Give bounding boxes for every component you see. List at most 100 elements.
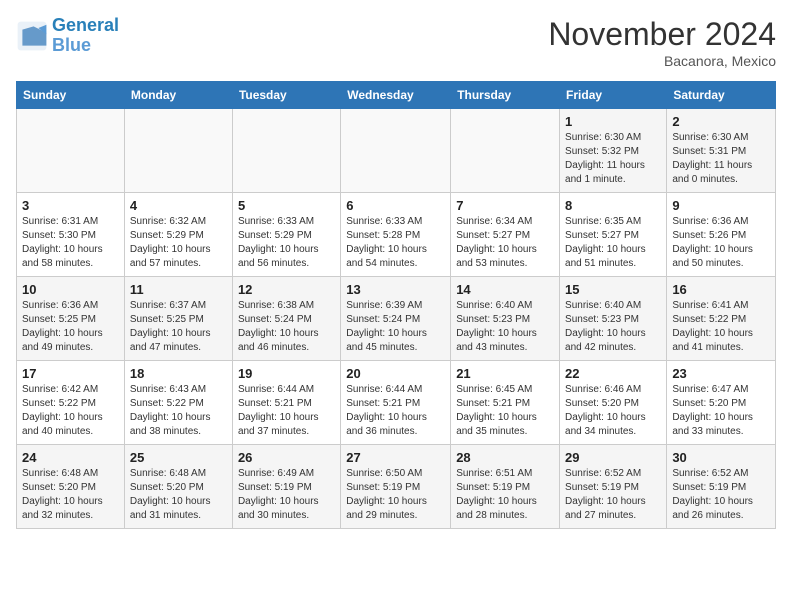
day-number: 19 bbox=[238, 366, 335, 381]
day-info: Sunrise: 6:37 AM Sunset: 5:25 PM Dayligh… bbox=[130, 299, 227, 355]
day-cell bbox=[341, 109, 451, 193]
weekday-header-saturday: Saturday bbox=[667, 82, 776, 109]
month-title: November 2024 bbox=[548, 16, 776, 53]
day-number: 15 bbox=[565, 282, 661, 297]
day-cell: 15 Sunrise: 6:40 AM Sunset: 5:23 PM Dayli… bbox=[560, 277, 667, 361]
day-number: 23 bbox=[672, 366, 770, 381]
day-cell: 24 Sunrise: 6:48 AM Sunset: 5:20 PM Dayli… bbox=[17, 445, 125, 529]
day-number: 6 bbox=[346, 198, 445, 213]
day-info: Sunrise: 6:30 AM Sunset: 5:31 PM Dayligh… bbox=[672, 131, 770, 187]
day-cell: 29Sunrise: 6:52 AM Sunset: 5:19 PM Dayli… bbox=[560, 445, 667, 529]
day-number: 5 bbox=[238, 198, 335, 213]
day-number: 9 bbox=[672, 198, 770, 213]
day-info: Sunrise: 6:50 AM Sunset: 5:19 PM Dayligh… bbox=[346, 467, 445, 523]
week-row-2: 3 Sunrise: 6:31 AM Sunset: 5:30 PM Daylig… bbox=[17, 193, 776, 277]
day-cell: 27 Sunrise: 6:50 AM Sunset: 5:19 PM Dayli… bbox=[341, 445, 451, 529]
day-number: 26 bbox=[238, 450, 335, 465]
day-number: 20 bbox=[346, 366, 445, 381]
day-number: 8 bbox=[565, 198, 661, 213]
day-cell bbox=[451, 109, 560, 193]
day-cell: 19 Sunrise: 6:44 AM Sunset: 5:21 PM Dayli… bbox=[232, 361, 340, 445]
day-info: Sunrise: 6:34 AM Sunset: 5:27 PM Dayligh… bbox=[456, 215, 554, 271]
day-info: Sunrise: 6:42 AM Sunset: 5:22 PM Dayligh… bbox=[22, 383, 119, 439]
day-cell bbox=[232, 109, 340, 193]
day-cell: 13Sunrise: 6:39 AM Sunset: 5:24 PM Dayli… bbox=[341, 277, 451, 361]
day-info: Sunrise: 6:33 AM Sunset: 5:29 PM Dayligh… bbox=[238, 215, 335, 271]
weekday-header-monday: Monday bbox=[124, 82, 232, 109]
day-cell: 25Sunrise: 6:48 AM Sunset: 5:20 PM Dayli… bbox=[124, 445, 232, 529]
day-info: Sunrise: 6:31 AM Sunset: 5:30 PM Dayligh… bbox=[22, 215, 119, 271]
day-cell bbox=[17, 109, 125, 193]
day-info: Sunrise: 6:45 AM Sunset: 5:21 PM Dayligh… bbox=[456, 383, 554, 439]
day-cell: 26 Sunrise: 6:49 AM Sunset: 5:19 PM Dayli… bbox=[232, 445, 340, 529]
day-info: Sunrise: 6:38 AM Sunset: 5:24 PM Dayligh… bbox=[238, 299, 335, 355]
day-info: Sunrise: 6:40 AM Sunset: 5:23 PM Dayligh… bbox=[565, 299, 661, 355]
day-number: 30 bbox=[672, 450, 770, 465]
day-info: Sunrise: 6:32 AM Sunset: 5:29 PM Dayligh… bbox=[130, 215, 227, 271]
day-cell: 23 Sunrise: 6:47 AM Sunset: 5:20 PM Dayli… bbox=[667, 361, 776, 445]
day-number: 2 bbox=[672, 114, 770, 129]
day-number: 4 bbox=[130, 198, 227, 213]
logo-icon bbox=[16, 20, 48, 52]
day-info: Sunrise: 6:44 AM Sunset: 5:21 PM Dayligh… bbox=[238, 383, 335, 439]
location: Bacanora, Mexico bbox=[548, 53, 776, 69]
day-cell: 17Sunrise: 6:42 AM Sunset: 5:22 PM Dayli… bbox=[17, 361, 125, 445]
day-cell: 3 Sunrise: 6:31 AM Sunset: 5:30 PM Daylig… bbox=[17, 193, 125, 277]
day-info: Sunrise: 6:44 AM Sunset: 5:21 PM Dayligh… bbox=[346, 383, 445, 439]
day-info: Sunrise: 6:40 AM Sunset: 5:23 PM Dayligh… bbox=[456, 299, 554, 355]
logo: General Blue bbox=[16, 16, 119, 56]
day-cell: 30 Sunrise: 6:52 AM Sunset: 5:19 PM Dayli… bbox=[667, 445, 776, 529]
day-cell: 7 Sunrise: 6:34 AM Sunset: 5:27 PM Daylig… bbox=[451, 193, 560, 277]
week-row-5: 24 Sunrise: 6:48 AM Sunset: 5:20 PM Dayli… bbox=[17, 445, 776, 529]
day-cell: 16 Sunrise: 6:41 AM Sunset: 5:22 PM Dayli… bbox=[667, 277, 776, 361]
day-cell: 14 Sunrise: 6:40 AM Sunset: 5:23 PM Dayli… bbox=[451, 277, 560, 361]
day-number: 1 bbox=[565, 114, 661, 129]
day-number: 24 bbox=[22, 450, 119, 465]
day-cell: 8 Sunrise: 6:35 AM Sunset: 5:27 PM Daylig… bbox=[560, 193, 667, 277]
day-number: 16 bbox=[672, 282, 770, 297]
weekday-header-tuesday: Tuesday bbox=[232, 82, 340, 109]
day-info: Sunrise: 6:47 AM Sunset: 5:20 PM Dayligh… bbox=[672, 383, 770, 439]
day-cell bbox=[124, 109, 232, 193]
day-cell: 20 Sunrise: 6:44 AM Sunset: 5:21 PM Dayli… bbox=[341, 361, 451, 445]
day-number: 3 bbox=[22, 198, 119, 213]
weekday-header-thursday: Thursday bbox=[451, 82, 560, 109]
day-info: Sunrise: 6:36 AM Sunset: 5:26 PM Dayligh… bbox=[672, 215, 770, 271]
day-cell: 28 Sunrise: 6:51 AM Sunset: 5:19 PM Dayli… bbox=[451, 445, 560, 529]
day-info: Sunrise: 6:48 AM Sunset: 5:20 PM Dayligh… bbox=[22, 467, 119, 523]
week-row-1: 1Sunrise: 6:30 AM Sunset: 5:32 PM Daylig… bbox=[17, 109, 776, 193]
weekday-header-wednesday: Wednesday bbox=[341, 82, 451, 109]
day-info: Sunrise: 6:33 AM Sunset: 5:28 PM Dayligh… bbox=[346, 215, 445, 271]
day-info: Sunrise: 6:52 AM Sunset: 5:19 PM Dayligh… bbox=[672, 467, 770, 523]
day-info: Sunrise: 6:51 AM Sunset: 5:19 PM Dayligh… bbox=[456, 467, 554, 523]
day-cell: 6 Sunrise: 6:33 AM Sunset: 5:28 PM Daylig… bbox=[341, 193, 451, 277]
day-number: 12 bbox=[238, 282, 335, 297]
day-cell: 1Sunrise: 6:30 AM Sunset: 5:32 PM Daylig… bbox=[560, 109, 667, 193]
day-cell: 10 Sunrise: 6:36 AM Sunset: 5:25 PM Dayli… bbox=[17, 277, 125, 361]
day-number: 7 bbox=[456, 198, 554, 213]
day-number: 27 bbox=[346, 450, 445, 465]
day-cell: 22 Sunrise: 6:46 AM Sunset: 5:20 PM Dayli… bbox=[560, 361, 667, 445]
day-number: 25 bbox=[130, 450, 227, 465]
day-cell: 11 Sunrise: 6:37 AM Sunset: 5:25 PM Dayli… bbox=[124, 277, 232, 361]
day-number: 14 bbox=[456, 282, 554, 297]
day-info: Sunrise: 6:43 AM Sunset: 5:22 PM Dayligh… bbox=[130, 383, 227, 439]
day-info: Sunrise: 6:41 AM Sunset: 5:22 PM Dayligh… bbox=[672, 299, 770, 355]
day-info: Sunrise: 6:39 AM Sunset: 5:24 PM Dayligh… bbox=[346, 299, 445, 355]
day-info: Sunrise: 6:35 AM Sunset: 5:27 PM Dayligh… bbox=[565, 215, 661, 271]
day-cell: 12 Sunrise: 6:38 AM Sunset: 5:24 PM Dayli… bbox=[232, 277, 340, 361]
day-number: 29 bbox=[565, 450, 661, 465]
day-number: 22 bbox=[565, 366, 661, 381]
day-number: 18 bbox=[130, 366, 227, 381]
logo-text: General Blue bbox=[52, 16, 119, 56]
day-info: Sunrise: 6:49 AM Sunset: 5:19 PM Dayligh… bbox=[238, 467, 335, 523]
day-info: Sunrise: 6:36 AM Sunset: 5:25 PM Dayligh… bbox=[22, 299, 119, 355]
weekday-header-friday: Friday bbox=[560, 82, 667, 109]
day-number: 10 bbox=[22, 282, 119, 297]
weekday-header-row: SundayMondayTuesdayWednesdayThursdayFrid… bbox=[17, 82, 776, 109]
day-info: Sunrise: 6:46 AM Sunset: 5:20 PM Dayligh… bbox=[565, 383, 661, 439]
day-cell: 2 Sunrise: 6:30 AM Sunset: 5:31 PM Daylig… bbox=[667, 109, 776, 193]
week-row-4: 17Sunrise: 6:42 AM Sunset: 5:22 PM Dayli… bbox=[17, 361, 776, 445]
day-number: 28 bbox=[456, 450, 554, 465]
day-number: 11 bbox=[130, 282, 227, 297]
